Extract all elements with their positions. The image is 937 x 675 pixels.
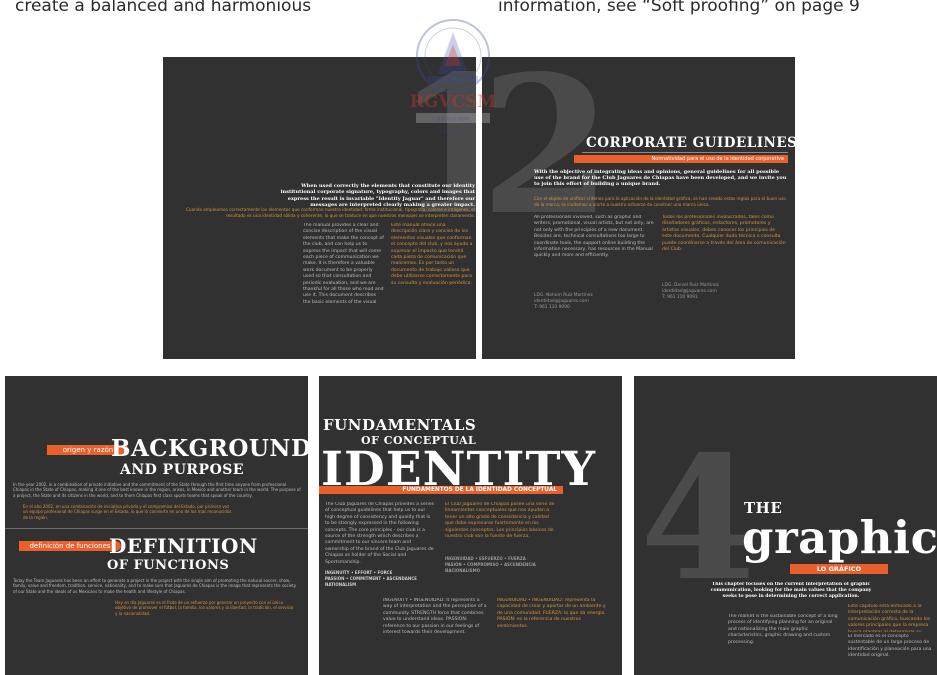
background-body-orange: En el año 2002, en una combinación de in…: [23, 504, 232, 520]
definition-body-orange: Hoy en día Jaguares es el fruto de un es…: [115, 600, 294, 616]
graphic-col1: The market is the sustainable concept of…: [728, 614, 838, 645]
graphic-ribbon: LO GRÁFICO: [790, 564, 888, 574]
identity-col2: El Club Jaguares de Chiapas posee una se…: [445, 502, 555, 540]
identity-lower-col1: INGENUITY • INGENUIDAD: It represents a …: [383, 598, 487, 636]
signature-block-2: LDG. Daniel Ruiz Martínez identidad@jagu…: [662, 283, 719, 300]
fundamentals-title: FUNDAMENTALS: [323, 416, 477, 434]
graphic-title: graphic: [742, 511, 937, 564]
background-title: BACKGROUND: [111, 435, 308, 462]
graphic-panel: 4 THE graphic LO GRÁFICO This chapter fo…: [634, 376, 937, 675]
identity-col2-values: INGENUIDAD • ESFUERZO • FUERZA PASIÓN • …: [445, 556, 536, 573]
definition-tag: definición de funciones: [19, 541, 121, 551]
left-column-1: The manual provides a clear and concise …: [303, 223, 384, 303]
guidelines-ribbon: Normatividad para el uso de la identidad…: [574, 155, 788, 163]
definition-body: Today the Team Jaguares has been an effo…: [13, 578, 297, 594]
signature-block-1: LDG. Nahum Ruiz Martínez identidad@jagua…: [534, 293, 593, 310]
section-divider: [5, 528, 308, 529]
watermark-motto: ज्ञानं परमं बलम्: [436, 116, 470, 123]
right-intro-heading: With the objective of integrating ideas …: [534, 169, 787, 188]
definition-title: DEFINITION: [109, 534, 258, 558]
functions-subtitle: OF FUNCTIONS: [107, 558, 230, 573]
watermark-years: ESTD 2007: [439, 129, 467, 135]
background-body: In the year 2002, in a combination of pr…: [13, 482, 301, 498]
watermark-name: RGVCSM: [410, 92, 497, 112]
background-panel: origen y razón BACKGROUND AND PURPOSE In…: [5, 376, 308, 675]
identity-lower-col2: INGENUIDAD • INGENUIDAD: representa la c…: [497, 598, 606, 629]
left-heading: When used correctly the elements that co…: [280, 183, 475, 208]
chapter-four-number: 4: [640, 419, 759, 619]
left-column-2: Este manual ofrece una descripción clara…: [391, 223, 473, 286]
header-left-text: create a balanced and harmonious: [15, 0, 312, 16]
right-column-2: Todos los profesionales involucrados, ta…: [662, 215, 786, 253]
right-column-1: All professionals involved, such as grap…: [534, 215, 654, 259]
identity-col1-values: INGENUITY • EFFORT • FORCE PASSION • COM…: [325, 570, 417, 587]
identity-ribbon: FUNDAMENTOS DE LA IDENTIDAD CONCEPTUAL: [319, 486, 563, 494]
left-orange-intro: Cuando empleamos correctamente los eleme…: [186, 207, 475, 218]
purpose-subtitle: AND PURPOSE: [120, 462, 245, 478]
institution-watermark-seal: RGVCSM ज्ञानं परमं बलम् ESTD 2007: [410, 19, 497, 135]
top-spread-right-page: 2 CORPORATE GUIDELINES Normatividad para…: [482, 57, 795, 359]
identity-col1: The Club Jaguares de Chiapas provides a …: [325, 502, 435, 565]
graphic-intro: This chapter focuses on the current inte…: [710, 582, 872, 600]
corporate-guidelines-title: CORPORATE GUIDELINES: [586, 135, 795, 151]
title-underline: [582, 152, 788, 153]
graphic-col2: El mercado es el concepto sustentable de…: [848, 634, 932, 659]
identity-panel: FUNDAMENTALS OF CONCEPTUAL IDENTITY FUND…: [319, 376, 622, 675]
right-intro-orange: Con el objeto de unificar criterios para…: [534, 196, 786, 207]
graphic-col2-orange: Este capítulo está enfocado a la interpr…: [848, 604, 931, 632]
header-right-text: information, see “Soft proofing” on page…: [498, 0, 860, 16]
